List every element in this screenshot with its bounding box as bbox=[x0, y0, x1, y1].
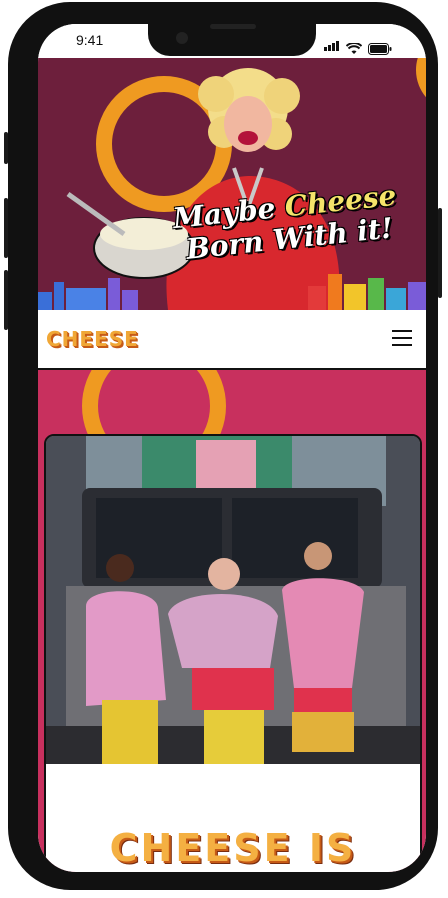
front-camera-icon bbox=[176, 32, 188, 44]
notch bbox=[148, 24, 316, 56]
phone-screen: 9:41 Maybe Cheese Born With it! CHEESE C… bbox=[38, 24, 426, 872]
battery-icon bbox=[368, 43, 392, 55]
volume-up-button bbox=[4, 198, 8, 258]
wifi-icon bbox=[346, 43, 362, 54]
main-section: CHEESE IS bbox=[38, 370, 426, 872]
hamburger-menu-icon[interactable] bbox=[392, 330, 412, 346]
status-time: 9:41 bbox=[76, 32, 104, 48]
hero-banner: Maybe Cheese Born With it! bbox=[38, 58, 426, 310]
cellular-signal-icon bbox=[324, 36, 340, 55]
speaker-grille bbox=[210, 24, 256, 29]
site-logo[interactable]: CHEESE bbox=[46, 327, 139, 351]
site-navbar: CHEESE bbox=[38, 310, 426, 370]
phone-frame: 9:41 Maybe Cheese Born With it! CHEESE C… bbox=[4, 2, 442, 890]
city-skyline-graphic bbox=[38, 274, 426, 310]
photo-card: CHEESE IS bbox=[44, 434, 422, 872]
status-icons bbox=[324, 36, 392, 55]
volume-down-button bbox=[4, 270, 8, 330]
food-truck-photo bbox=[46, 436, 420, 764]
mute-switch bbox=[4, 132, 8, 164]
performers-in-front-of-food-truck-image bbox=[46, 436, 420, 764]
power-button bbox=[438, 208, 442, 298]
section-headline: CHEESE IS bbox=[109, 826, 357, 870]
